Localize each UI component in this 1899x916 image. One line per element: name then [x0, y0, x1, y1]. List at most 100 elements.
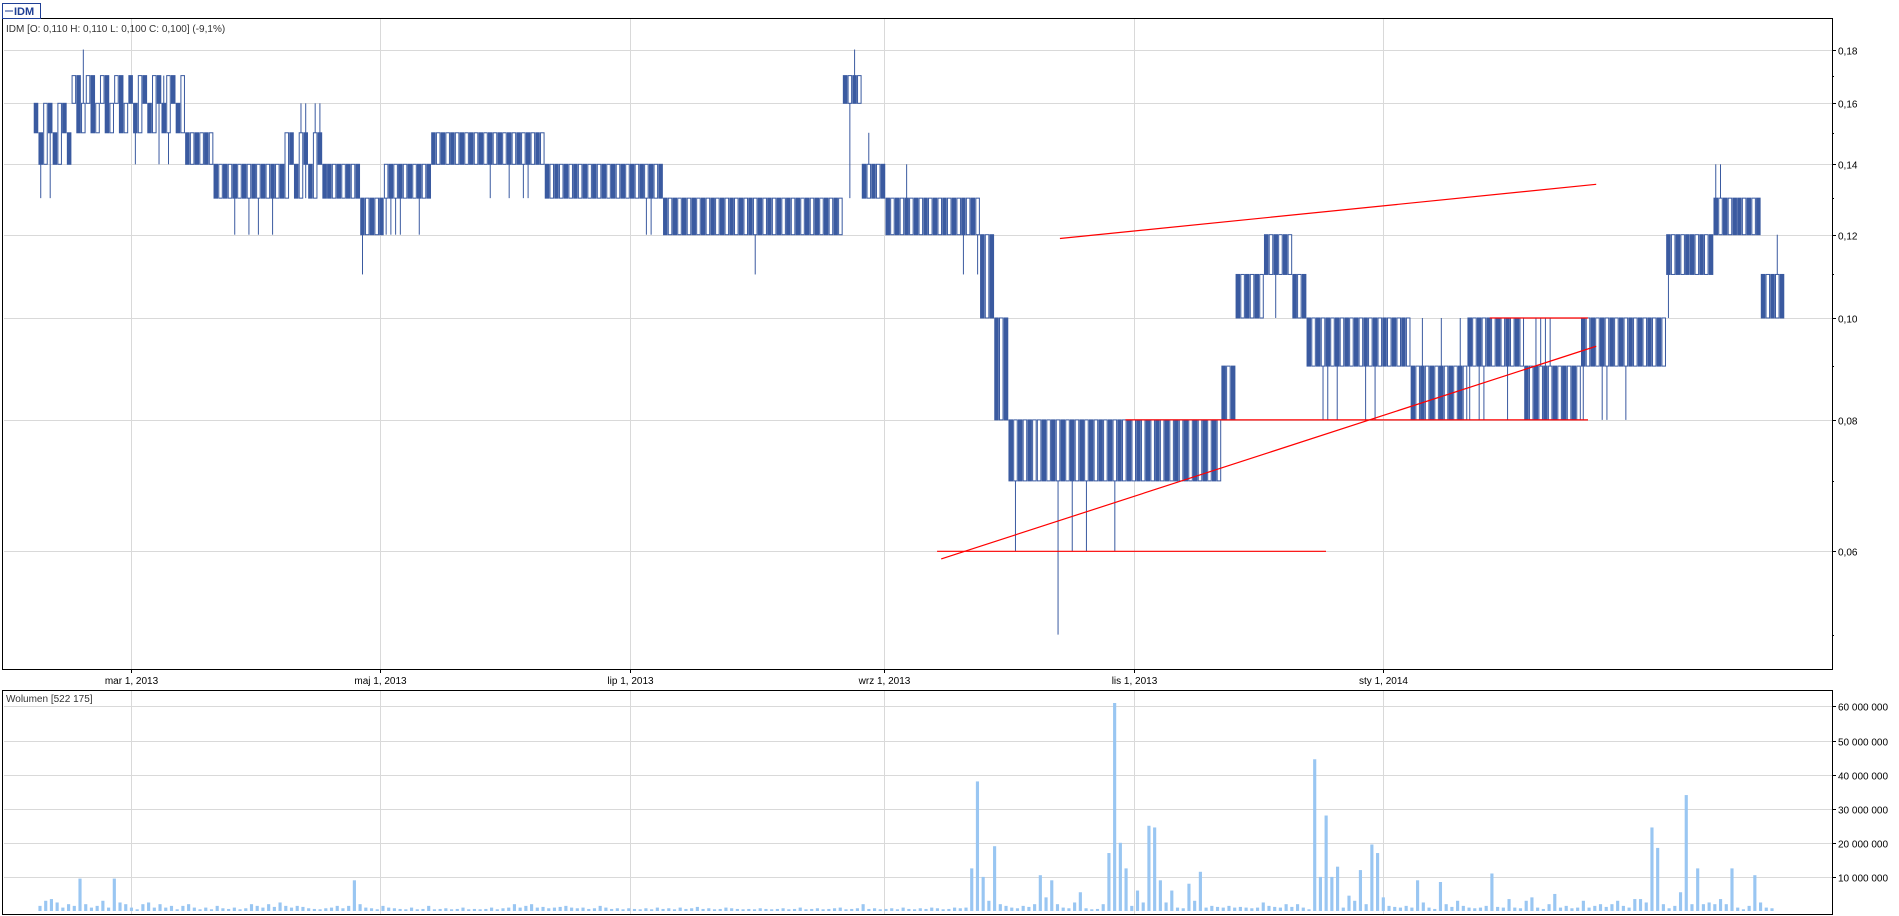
- price-candle: [909, 197, 914, 236]
- volume-bar: [575, 908, 579, 911]
- volume-bar: [478, 909, 482, 911]
- candle-body-down: [648, 163, 654, 199]
- volume-bar: [484, 908, 488, 911]
- price-candle: [407, 163, 413, 199]
- x-tick-label: lip 1, 2013: [607, 676, 654, 687]
- candle-body-up: [1036, 419, 1042, 482]
- candle-body-down: [336, 163, 342, 199]
- volume-bar: [535, 907, 539, 911]
- volume-bar: [101, 900, 105, 911]
- price-candle: [951, 197, 957, 236]
- volume-bar: [890, 908, 894, 911]
- candle-body-down: [241, 163, 247, 199]
- candle-body-down: [1543, 365, 1548, 421]
- candle-body-down: [1737, 197, 1742, 236]
- price-candle: [497, 132, 502, 165]
- candle-body-down: [1282, 234, 1288, 275]
- candle-body-down: [1041, 419, 1047, 482]
- volume-bar: [684, 908, 688, 911]
- volume-bar: [455, 908, 459, 911]
- candle-body-up: [137, 75, 143, 134]
- price-candle: [1093, 419, 1099, 482]
- candle-body-up: [1349, 317, 1354, 367]
- volume-bar: [432, 909, 436, 911]
- price-candle: [473, 132, 479, 165]
- candle-body-down: [1524, 365, 1529, 421]
- candle-body-down: [833, 197, 838, 236]
- price-candle: [738, 197, 744, 236]
- price-candle: [710, 197, 715, 236]
- candle-body-up: [364, 197, 370, 236]
- volume-bar: [958, 908, 962, 911]
- candle-body-down: [989, 234, 995, 319]
- price-candle: [322, 163, 327, 199]
- candle-body-up: [1022, 419, 1028, 482]
- volume-bar: [718, 908, 722, 911]
- candle-body-down: [251, 163, 256, 199]
- price-candle: [218, 163, 223, 199]
- candle-body-down: [951, 197, 957, 236]
- price-candle: [700, 197, 706, 236]
- candle-body-down: [1235, 273, 1241, 319]
- price-candle: [1765, 273, 1771, 319]
- price-candle: [1003, 317, 1009, 421]
- candle-body-down: [554, 163, 559, 199]
- candle-body-down: [970, 197, 976, 236]
- price-candle: [1562, 365, 1567, 421]
- volume-bar: [1638, 899, 1643, 911]
- volume-bar: [1524, 900, 1528, 911]
- price-candle: [776, 197, 782, 236]
- candle-body-up: [1765, 273, 1771, 319]
- volume-bar: [1690, 904, 1694, 911]
- candle-body-down: [194, 132, 200, 165]
- candle-body-down: [1363, 317, 1368, 367]
- candle-body-up: [1547, 365, 1553, 421]
- price-candle: [511, 132, 517, 165]
- volume-bar: [998, 904, 1002, 911]
- candle-body-down: [1008, 419, 1014, 482]
- volume-bar: [1187, 883, 1191, 911]
- price-candle: [469, 132, 474, 165]
- price-candle: [227, 163, 233, 199]
- candle-body-down: [416, 163, 422, 199]
- volume-bar: [1313, 759, 1317, 911]
- volume-bar: [1227, 905, 1231, 911]
- volume-bar: [1701, 904, 1705, 911]
- candle-body-down: [147, 102, 152, 134]
- candle-body-up: [743, 197, 749, 236]
- candle-body-down: [426, 163, 432, 199]
- candle-body-up: [1396, 317, 1402, 367]
- price-candle: [265, 163, 271, 199]
- candle-body-up: [1103, 419, 1108, 482]
- candle-body-down: [1732, 197, 1737, 236]
- candle-body-down: [1770, 273, 1775, 319]
- price-candle: [1221, 365, 1226, 421]
- candle-body-up: [1453, 365, 1458, 421]
- price-candle: [804, 197, 810, 236]
- volume-bar: [507, 907, 511, 911]
- candle-body-down: [1202, 419, 1208, 482]
- price-candle: [965, 197, 971, 236]
- volume-bar: [147, 902, 151, 911]
- candle-body-down: [1060, 419, 1066, 482]
- price-candle: [1117, 419, 1122, 482]
- volume-bar: [1250, 908, 1254, 911]
- candle-body-up: [265, 163, 271, 199]
- volume-bar: [1410, 907, 1414, 911]
- candle-body-up: [464, 132, 469, 165]
- candle-body-down: [431, 132, 436, 165]
- price-candle: [123, 102, 129, 134]
- price-candle: [1722, 197, 1728, 236]
- volume-bar: [335, 905, 339, 911]
- volume-bar: [512, 904, 517, 911]
- candle-body-up: [800, 197, 805, 236]
- candle-body-down: [516, 132, 521, 165]
- candle-body-down: [47, 102, 53, 134]
- price-candle: [1675, 234, 1681, 275]
- price-y-axis: 0,18 0,16 0,14 0,12 0,10 0,08 0,06: [1832, 47, 1858, 636]
- price-candle: [1377, 317, 1383, 367]
- candle-body-up: [350, 163, 356, 199]
- volume-bar: [209, 909, 214, 911]
- candle-body-up: [1386, 317, 1392, 367]
- price-candle: [535, 132, 540, 165]
